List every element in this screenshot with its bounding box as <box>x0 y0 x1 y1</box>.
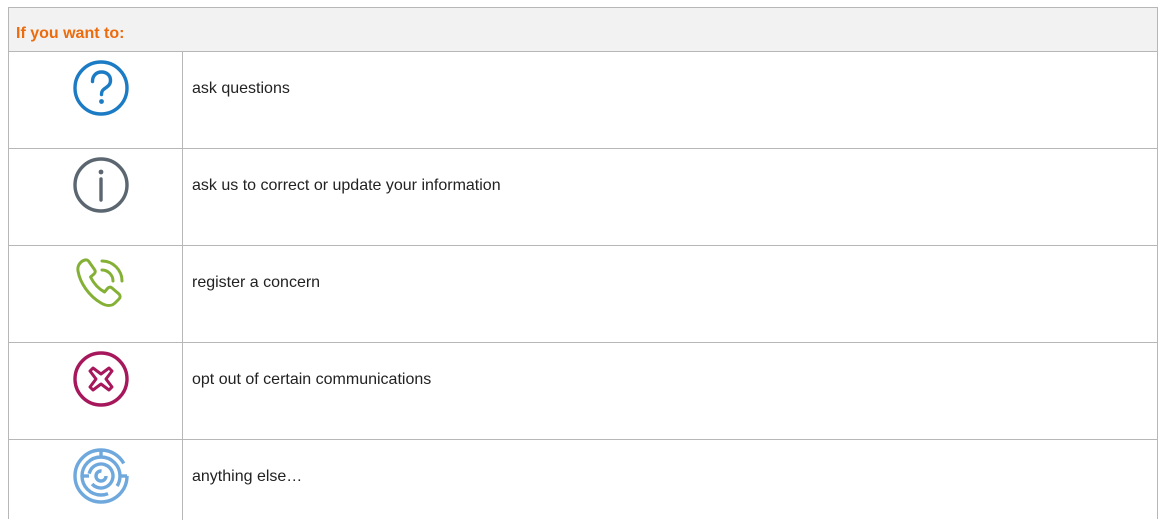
table-header-title: If you want to: <box>16 25 125 42</box>
table-row: anything else… <box>9 440 1157 520</box>
icon-cell <box>9 440 183 520</box>
table-row: ask us to correct or update your informa… <box>9 149 1157 246</box>
icon-cell <box>9 52 183 148</box>
row-label: ask questions <box>192 80 290 97</box>
phone-ringing-icon <box>71 252 131 312</box>
info-circle-icon <box>71 155 131 215</box>
icon-cell <box>9 149 183 245</box>
row-label: opt out of certain communications <box>192 371 432 388</box>
question-mark-circle-icon <box>71 58 131 118</box>
row-label: ask us to correct or update your informa… <box>192 177 501 194</box>
table-row: opt out of certain communications <box>9 343 1157 440</box>
table-row: register a concern <box>9 246 1157 343</box>
table-header: If you want to: <box>9 8 1157 52</box>
row-label: anything else… <box>192 468 303 485</box>
options-table: If you want to: ask questions ask us to … <box>8 7 1158 520</box>
row-label: register a concern <box>192 274 321 291</box>
maze-icon <box>71 446 131 506</box>
x-circle-icon <box>71 349 131 409</box>
icon-cell <box>9 343 183 439</box>
icon-cell <box>9 246 183 342</box>
table-row: ask questions <box>9 52 1157 149</box>
